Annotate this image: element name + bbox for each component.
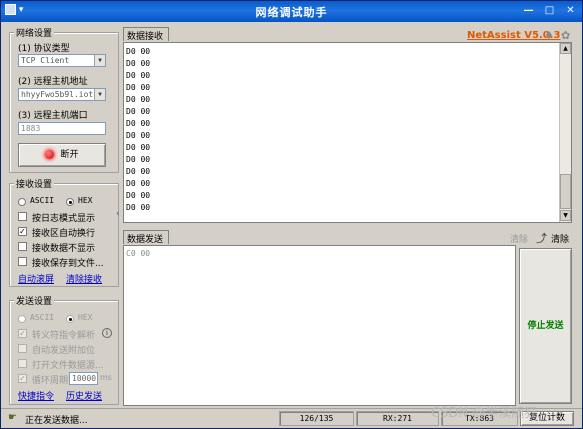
title-bar[interactable]: ▾ 网络调试助手 — □ ✕ (1, 1, 582, 22)
network-settings-group: 网络设置 (1) 协议类型 TCP Client ▼ (2) 远程主机地址 hh… (9, 26, 119, 173)
send-settings-title: 发送设置 (14, 294, 55, 307)
receive-settings-title: 接收设置 (14, 177, 55, 190)
tab-data-send-label: 数据发送 (127, 235, 164, 245)
clear-send-button[interactable]: 清除 (551, 232, 569, 245)
auto-wrap-checkbox[interactable]: ✓ (18, 227, 27, 236)
disconnect-label: 断开 (60, 150, 79, 160)
receive-line: D0 00 (126, 83, 151, 92)
protocol-select[interactable]: TCP Client ▼ (18, 54, 106, 67)
receive-line: D0 00 (126, 47, 151, 56)
port-label: (3) 远程主机端口 (18, 111, 88, 121)
loop-period-input[interactable]: 10000 (69, 372, 98, 385)
receive-line: D0 00 (126, 71, 151, 80)
receive-settings-group: 接收设置 ASCII HEX 按日志模式显示 ✓ 接收区自动换行 接收数据不显示… (9, 177, 119, 287)
send-history-link[interactable]: 历史发送 (66, 389, 102, 402)
no-display-label: 接收数据不显示 (32, 244, 96, 254)
send-counter: 126/135 (279, 411, 354, 426)
settings-icon[interactable]: ✿ (561, 29, 570, 42)
log-mode-checkbox[interactable] (18, 212, 27, 221)
minimize-button[interactable]: — (521, 4, 536, 18)
receive-area[interactable]: D0 00 D0 00 D0 00 D0 00 D0 00 D0 00 D0 0… (123, 42, 572, 223)
close-button[interactable]: ✕ (563, 4, 578, 18)
send-settings-group: 发送设置 ASCII HEX ✓ 转义符指令解析 i 自动发送附加位 打开文件数… (9, 294, 119, 405)
port-input[interactable]: 1883 (18, 122, 106, 135)
skin-icon[interactable]: ♦ (544, 29, 554, 42)
auto-scroll-link[interactable]: 自动滚屏 (18, 272, 54, 285)
undo-arrow-icon[interactable]: ⤴ (536, 230, 547, 246)
protocol-label: (1) 协议类型 (18, 44, 70, 54)
disconnect-button[interactable]: 断开 (18, 143, 106, 167)
send-area[interactable]: C0 00 (123, 245, 516, 406)
tab-data-receive[interactable]: 数据接收 (123, 27, 169, 42)
escape-parse-checkbox[interactable]: ✓ (18, 329, 27, 338)
send-content: C0 00 (126, 249, 151, 258)
collapse-panel-icon[interactable]: ‹ (116, 208, 123, 221)
receive-line: D0 00 (126, 191, 151, 200)
tab-data-send[interactable]: 数据发送 (123, 230, 169, 245)
open-file-label: 打开文件数据源... (32, 361, 104, 371)
protocol-select-value: TCP Client (21, 56, 70, 65)
loop-period-label: 循环周期 (32, 376, 69, 386)
send-hex-radio[interactable] (66, 315, 74, 323)
receive-scrollbar[interactable]: ▲ ▼ (559, 43, 571, 222)
chevron-down-icon[interactable]: ▼ (94, 89, 105, 100)
watermark-text: CSDN @半溪随狂 (431, 406, 538, 421)
receive-line: D0 00 (126, 119, 151, 128)
clear-receive-link[interactable]: 清除接收 (66, 272, 102, 285)
send-ascii-radio[interactable] (18, 315, 26, 323)
receive-line: D0 00 (126, 107, 151, 116)
stop-send-label: 停止发送 (527, 321, 564, 331)
tab-data-receive-label: 数据接收 (127, 32, 164, 42)
chevron-down-icon[interactable]: ▼ (94, 55, 105, 66)
receive-ascii-radio[interactable] (18, 198, 26, 206)
receive-line: D0 00 (126, 155, 151, 164)
loop-unit-label: ms (100, 373, 112, 382)
scroll-up-icon[interactable]: ▲ (560, 43, 571, 54)
receive-line: D0 00 (126, 179, 151, 188)
host-select[interactable]: hhyyFwo5b9l.iot- ▼ (18, 88, 106, 101)
maximize-button[interactable]: □ (542, 4, 557, 18)
receive-line: D0 00 (126, 203, 151, 212)
send-hex-label: HEX (78, 313, 93, 322)
receive-line: D0 00 (126, 95, 151, 104)
stop-send-button[interactable]: 停止发送 (519, 248, 572, 404)
main-window: ▾ 网络调试助手 — □ ✕ 网络设置 (1) 协议类型 TCP Client … (0, 0, 583, 429)
receive-line: D0 00 (126, 143, 151, 152)
connection-status-icon (45, 150, 55, 159)
rx-counter: RX:271 (356, 411, 439, 426)
host-select-value: hhyyFwo5b9l.iot- (21, 90, 99, 99)
auto-wrap-label: 接收区自动换行 (32, 229, 96, 239)
save-to-file-label: 接收保存到文件... (32, 259, 104, 269)
receive-ascii-label: ASCII (30, 196, 55, 205)
save-to-file-checkbox[interactable] (18, 257, 27, 266)
receive-line: D0 00 (126, 131, 151, 140)
receive-line: D0 00 (126, 59, 151, 68)
receive-hex-radio[interactable] (66, 198, 74, 206)
clear-send-disabled: 清除 (510, 235, 529, 245)
window-title: 网络调试助手 (255, 6, 328, 19)
shortcut-commands-link[interactable]: 快捷指令 (18, 389, 54, 402)
log-mode-label: 按日志模式显示 (32, 214, 96, 224)
scroll-thumb[interactable] (560, 174, 571, 209)
status-text: 正在发送数据... (25, 416, 88, 426)
open-file-checkbox[interactable] (18, 359, 27, 368)
append-bits-checkbox[interactable] (18, 344, 27, 353)
info-icon[interactable]: i (102, 328, 112, 338)
scroll-down-icon[interactable]: ▼ (560, 210, 571, 221)
escape-parse-label: 转义符指令解析 (32, 331, 96, 341)
no-display-checkbox[interactable] (18, 242, 27, 251)
receive-line: D0 00 (126, 167, 151, 176)
send-ascii-label: ASCII (30, 313, 55, 322)
loop-send-checkbox[interactable]: ✓ (18, 374, 27, 383)
network-settings-title: 网络设置 (14, 26, 55, 39)
append-bits-label: 自动发送附加位 (32, 346, 96, 356)
host-label: (2) 远程主机地址 (18, 77, 88, 87)
sending-status-icon: ☛ (8, 412, 17, 423)
receive-hex-label: HEX (78, 196, 93, 205)
